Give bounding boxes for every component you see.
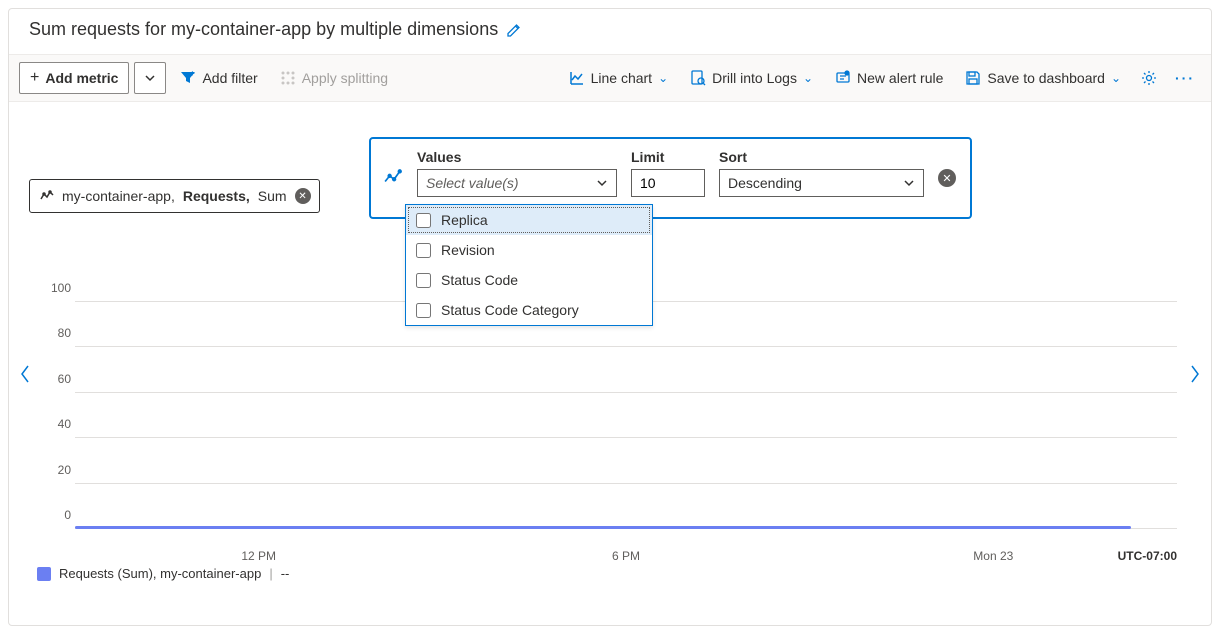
add-filter-label: Add filter bbox=[202, 70, 257, 86]
y-tick: 60 bbox=[45, 372, 71, 386]
metric-name: Requests, bbox=[183, 188, 250, 204]
values-select[interactable]: Select value(s) bbox=[417, 169, 617, 197]
nav-left-icon[interactable] bbox=[19, 364, 31, 384]
chevron-down-icon: ⌄ bbox=[803, 71, 813, 85]
apply-splitting-label: Apply splitting bbox=[302, 70, 388, 86]
option-label: Revision bbox=[441, 242, 495, 258]
edit-title-icon[interactable] bbox=[506, 22, 522, 38]
values-dropdown: Replica Revision Status Code Status Code… bbox=[405, 204, 653, 326]
svg-text:+: + bbox=[190, 70, 195, 78]
values-option-revision[interactable]: Revision bbox=[406, 235, 652, 265]
plus-icon: + bbox=[30, 69, 39, 87]
toolbar: + Add metric + Add filter Apply splittin… bbox=[9, 54, 1211, 102]
metric-scope: my-container-app, bbox=[62, 188, 175, 204]
values-option-replica[interactable]: Replica bbox=[406, 205, 652, 235]
x-tick: 6 PM bbox=[442, 549, 809, 563]
legend: Requests (Sum), my-container-app | -- bbox=[37, 566, 289, 581]
option-label: Status Code bbox=[441, 272, 518, 288]
new-alert-label: New alert rule bbox=[857, 70, 943, 86]
chart-title: Sum requests for my-container-app by mul… bbox=[29, 19, 498, 40]
sort-label: Sort bbox=[719, 149, 924, 165]
alert-icon bbox=[835, 70, 851, 86]
y-tick: 40 bbox=[45, 417, 71, 431]
add-metric-chevron-button[interactable] bbox=[134, 62, 166, 94]
gridline bbox=[75, 483, 1177, 484]
chevron-down-icon: ⌄ bbox=[658, 71, 668, 85]
new-alert-button[interactable]: New alert rule bbox=[827, 62, 951, 94]
save-dashboard-button[interactable]: Save to dashboard ⌄ bbox=[957, 62, 1129, 94]
gridline bbox=[75, 392, 1177, 393]
chevron-down-icon bbox=[596, 177, 608, 189]
values-option-status-code-category[interactable]: Status Code Category bbox=[406, 295, 652, 325]
y-tick: 20 bbox=[45, 463, 71, 477]
filter-icon: + bbox=[180, 70, 196, 86]
metrics-card: Sum requests for my-container-app by mul… bbox=[8, 8, 1212, 626]
legend-separator: | bbox=[269, 566, 272, 581]
split-panel-icon bbox=[383, 149, 403, 205]
checkbox[interactable] bbox=[416, 273, 431, 288]
drill-logs-label: Drill into Logs bbox=[712, 70, 797, 86]
y-tick: 80 bbox=[45, 326, 71, 340]
x-axis: 12 PM6 PMMon 23 bbox=[75, 549, 1177, 563]
title-row: Sum requests for my-container-app by mul… bbox=[9, 9, 1211, 54]
line-chart-icon bbox=[569, 70, 585, 86]
y-tick: 0 bbox=[45, 508, 71, 522]
series-line bbox=[75, 526, 1131, 529]
checkbox[interactable] bbox=[416, 213, 431, 228]
values-placeholder: Select value(s) bbox=[426, 175, 519, 191]
checkbox[interactable] bbox=[416, 243, 431, 258]
chevron-down-icon bbox=[903, 177, 915, 189]
limit-input[interactable] bbox=[631, 169, 705, 197]
y-tick: 100 bbox=[45, 281, 71, 295]
gridline bbox=[75, 437, 1177, 438]
split-icon bbox=[280, 70, 296, 86]
timezone-label: UTC-07:00 bbox=[1118, 549, 1177, 563]
metric-aggregation: Sum bbox=[258, 188, 287, 204]
add-metric-label: Add metric bbox=[45, 70, 118, 86]
save-icon bbox=[965, 70, 981, 86]
chevron-down-icon: ⌄ bbox=[1111, 71, 1121, 85]
checkbox[interactable] bbox=[416, 303, 431, 318]
apply-splitting-button: Apply splitting bbox=[272, 62, 396, 94]
values-option-status-code[interactable]: Status Code bbox=[406, 265, 652, 295]
chevron-down-icon bbox=[144, 72, 156, 84]
more-icon[interactable]: ··· bbox=[1169, 70, 1201, 86]
metric-pill[interactable]: my-container-app, Requests, Sum ✕ bbox=[29, 179, 320, 213]
add-filter-button[interactable]: + Add filter bbox=[172, 62, 265, 94]
sort-value: Descending bbox=[728, 175, 802, 191]
legend-value: -- bbox=[281, 566, 290, 581]
chart-type-label: Line chart bbox=[591, 70, 652, 86]
drill-logs-button[interactable]: Drill into Logs ⌄ bbox=[682, 62, 821, 94]
option-label: Replica bbox=[441, 212, 488, 228]
x-tick: 12 PM bbox=[75, 549, 442, 563]
remove-metric-icon[interactable]: ✕ bbox=[295, 188, 311, 204]
values-label: Values bbox=[417, 149, 617, 165]
nav-right-icon[interactable] bbox=[1189, 364, 1201, 384]
legend-series: Requests (Sum), my-container-app bbox=[59, 566, 261, 581]
save-dashboard-label: Save to dashboard bbox=[987, 70, 1105, 86]
sort-select[interactable]: Descending bbox=[719, 169, 924, 197]
add-metric-button[interactable]: + Add metric bbox=[19, 62, 129, 94]
metric-series-icon bbox=[40, 189, 54, 203]
gridline bbox=[75, 346, 1177, 347]
legend-swatch bbox=[37, 567, 51, 581]
logs-icon bbox=[690, 70, 706, 86]
close-panel-icon[interactable]: ✕ bbox=[938, 169, 956, 187]
option-label: Status Code Category bbox=[441, 302, 579, 318]
limit-label: Limit bbox=[631, 149, 705, 165]
chart-type-button[interactable]: Line chart ⌄ bbox=[561, 62, 677, 94]
settings-icon[interactable] bbox=[1135, 70, 1163, 86]
